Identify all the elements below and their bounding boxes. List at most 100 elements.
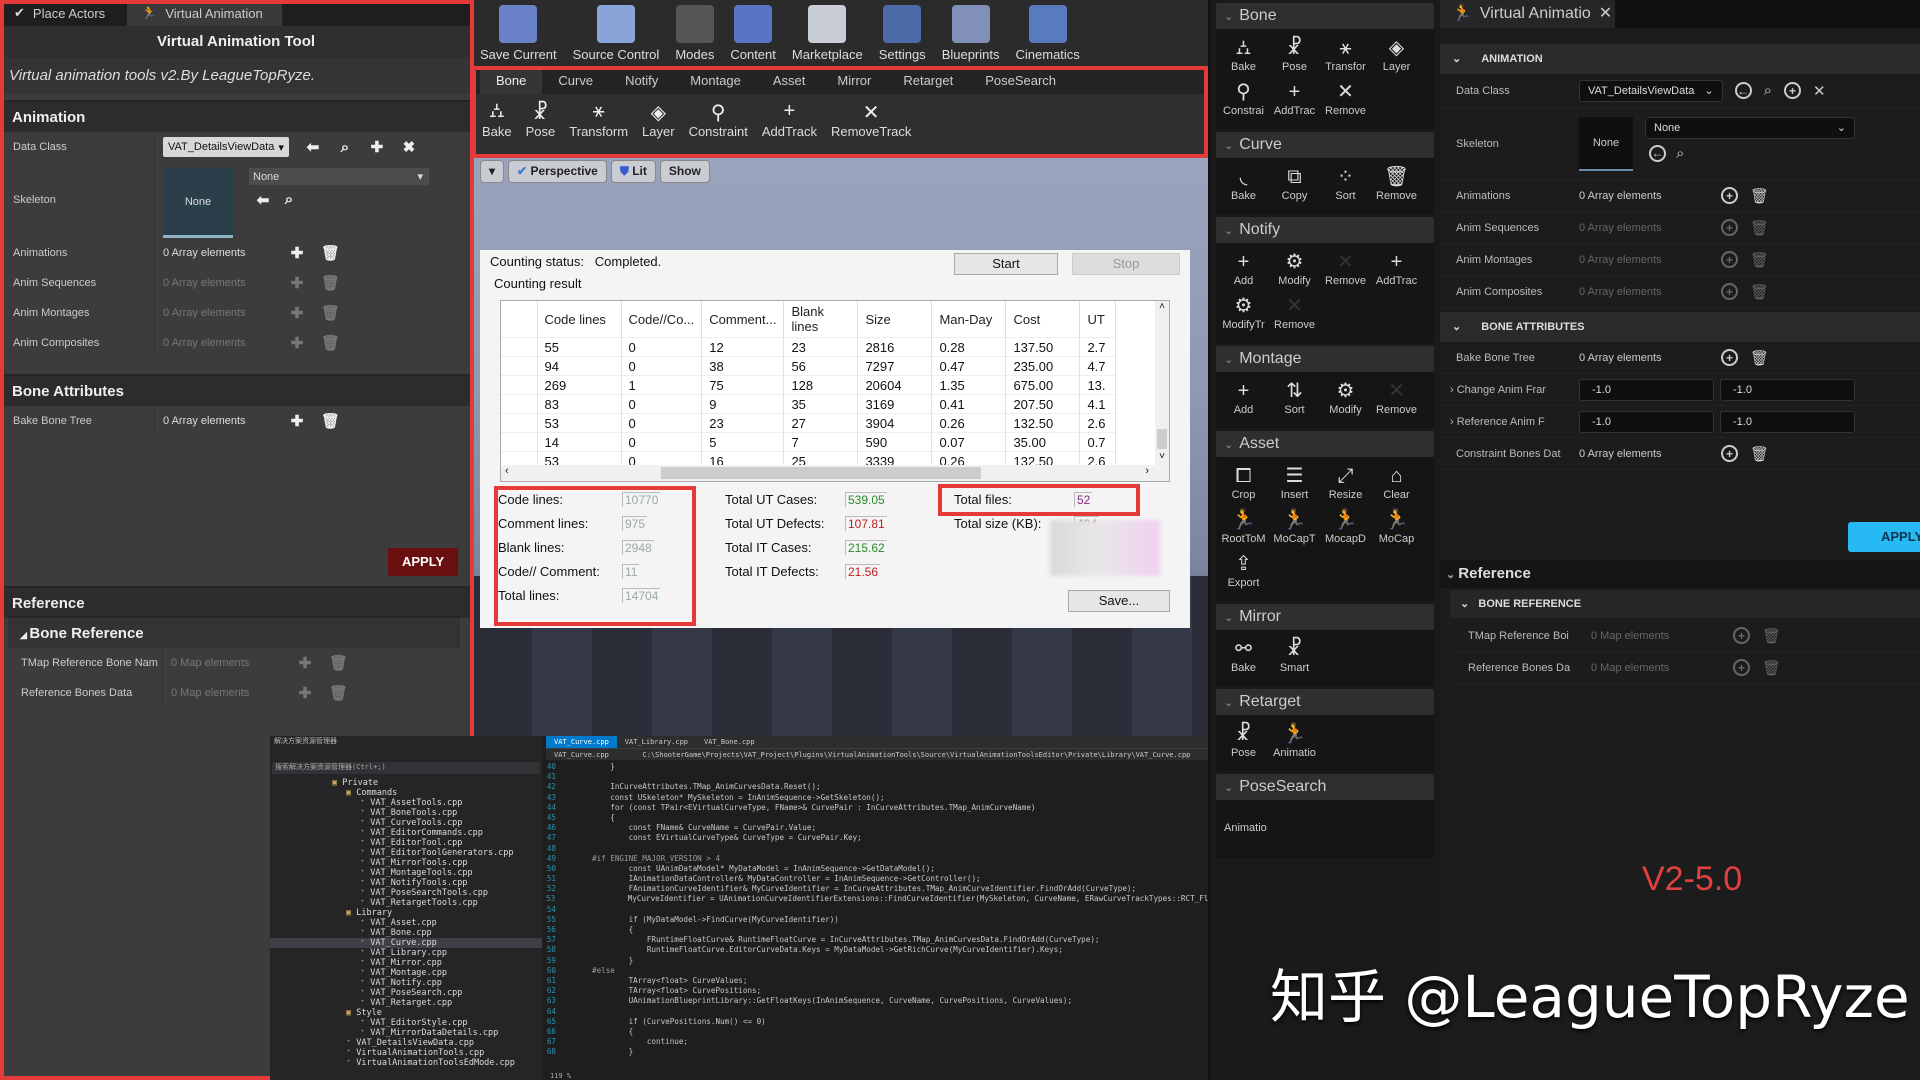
column-header[interactable]: Cost (1005, 301, 1081, 338)
add-circle-icon[interactable]: + (1721, 445, 1738, 462)
palette-smart-button[interactable]: ☧ Smart (1269, 636, 1320, 674)
mode-tab-posesearch[interactable]: PoseSearch (969, 68, 1072, 94)
palette-insert-button[interactable]: ☰ Insert (1269, 463, 1320, 501)
tool-bake-button[interactable]: ⛼ Bake (482, 100, 512, 139)
search-icon[interactable]: ⌕ (1676, 145, 1684, 162)
palette-group-posesearch[interactable]: ⌄ PoseSearch (1216, 774, 1434, 800)
palette-remove-button[interactable]: ✕ Remove (1371, 378, 1422, 416)
palette-constrai-button[interactable]: ⚲ Constrai (1218, 79, 1269, 117)
column-header[interactable]: Blank lines (783, 301, 859, 338)
table-row[interactable]: 94 0 38 56 7297 0.47 235.00 4.7 (501, 356, 1117, 376)
scroll-left-icon[interactable]: ‹ (505, 465, 509, 477)
palette-sort-button[interactable]: ⁘ Sort (1320, 164, 1371, 202)
trash-icon[interactable]: 🗑 (1762, 659, 1781, 677)
file-node[interactable]: ⁺ VAT_Retarget.cpp (270, 998, 542, 1008)
file-node[interactable]: ⁺ VAT_EditorCommands.cpp (270, 828, 542, 838)
add-circle-icon[interactable]: + (1721, 349, 1738, 366)
tool-pose-button[interactable]: ☧ Pose (526, 100, 556, 139)
mode-tab-asset[interactable]: Asset (757, 68, 822, 94)
trash-icon[interactable]: 🗑 (321, 334, 340, 352)
details-data-class-combo[interactable]: VAT_DetailsViewData ⌄ (1579, 79, 1723, 102)
stop-button[interactable]: Stop (1072, 253, 1180, 275)
palette-group-mirror[interactable]: ⌄ Mirror (1216, 604, 1434, 630)
file-node[interactable]: ⁺ VirtualAnimationToolsEdMode.cpp (270, 1058, 542, 1068)
toolbar-marketplace-button[interactable]: Marketplace (784, 0, 871, 68)
clear-icon[interactable]: ✕ (1813, 82, 1826, 100)
trash-icon[interactable]: 🗑 (1750, 187, 1769, 205)
add-circle-icon[interactable]: + (1733, 659, 1750, 676)
file-node[interactable]: ⁺ VAT_Mirror.cpp (270, 958, 542, 968)
add-element-icon[interactable]: ✚ (297, 684, 313, 702)
section-bone-attributes[interactable]: ⌄ BONE ATTRIBUTES (1440, 312, 1920, 342)
browse-back-icon[interactable]: ← (1734, 82, 1752, 99)
table-row[interactable]: 55 0 12 23 2816 0.28 137.50 2.7 (501, 337, 1117, 357)
tool-layer-button[interactable]: ◈ Layer (642, 100, 675, 139)
palette-remove-button[interactable]: ✕ Remove (1320, 249, 1371, 287)
add-element-icon[interactable]: ✚ (297, 654, 313, 672)
file-node[interactable]: ⁺ VAT_Montage.cpp (270, 968, 542, 978)
back-arrow-icon[interactable]: ⬅ (255, 191, 271, 209)
column-header[interactable]: Code lines (537, 301, 622, 338)
palette-mocapt-button[interactable]: 🏃 MoCapT (1269, 507, 1320, 545)
toolbar-save-current-button[interactable]: Save Current (472, 0, 565, 68)
apply-button-right[interactable]: APPLY (1848, 522, 1920, 552)
table-row[interactable]: 14 0 5 7 590 0.07 35.00 0.7 (501, 432, 1117, 452)
column-header[interactable]: Size (857, 301, 933, 338)
palette-remove-button[interactable]: ✕ Remove (1320, 79, 1371, 117)
palette-copy-button[interactable]: ⧉ Copy (1269, 164, 1320, 202)
trash-icon[interactable]: 🗑 (1750, 349, 1769, 367)
column-header[interactable]: UT (1079, 301, 1117, 338)
tab-virtual-animation[interactable]: 🏃 Virtual Animation (127, 0, 283, 26)
palette-pose-button[interactable]: ☧ Pose (1269, 35, 1320, 73)
editor-tab[interactable]: VAT_Bone.cpp (696, 736, 763, 748)
tab-virtual-animation-details[interactable]: 🏃 Virtual Animatio ✕ (1440, 0, 1615, 28)
reference-anim-max-field[interactable]: -1.0 (1720, 410, 1855, 433)
search-icon[interactable]: ⌕ (337, 139, 353, 156)
palette-sort-button[interactable]: ⇅ Sort (1269, 378, 1320, 416)
change-anim-max-field[interactable]: -1.0 (1720, 378, 1855, 401)
trash-icon[interactable]: 🗑 (321, 274, 340, 292)
trash-icon[interactable]: 🗑 (329, 684, 348, 702)
toolbar-modes-button[interactable]: Modes (667, 0, 722, 68)
add-circle-icon[interactable]: + (1721, 219, 1738, 236)
toolbar-blueprints-button[interactable]: Blueprints (934, 0, 1008, 68)
viewport-options-button[interactable]: ▾ (480, 160, 505, 183)
file-node[interactable]: ⁺ VAT_MirrorDataDetails.cpp (270, 1028, 542, 1038)
palette-transfor-button[interactable]: ⚹ Transfor (1320, 35, 1371, 73)
palette-group-montage[interactable]: ⌄ Montage (1216, 346, 1434, 372)
palette-add-button[interactable]: + Add (1218, 378, 1269, 416)
file-node[interactable]: ⁺ VAT_EditorToolGenerators.cpp (270, 848, 542, 858)
add-element-icon[interactable]: ✚ (289, 274, 305, 292)
file-node[interactable]: ⁺ VAT_RetargetTools.cpp (270, 898, 542, 908)
change-anim-min-field[interactable]: -1.0 (1579, 378, 1714, 401)
column-header[interactable]: Code//Co... (621, 301, 703, 338)
editor-zoom-level[interactable]: 119 % (550, 1072, 571, 1080)
editor-tab[interactable]: VAT_Library.cpp (617, 736, 696, 748)
trash-icon[interactable]: 🗑 (321, 304, 340, 322)
category-bone-attributes[interactable]: Bone Attributes (0, 374, 472, 406)
palette-modify-button[interactable]: ⚙ Modify (1320, 378, 1371, 416)
browse-back-icon[interactable]: ← (1649, 144, 1666, 162)
file-node[interactable]: ⁺ VAT_EditorTool.cpp (270, 838, 542, 848)
category-animation[interactable]: Animation (0, 100, 472, 132)
skeleton-combo[interactable]: None ▾ (249, 168, 429, 185)
vertical-scrollbar[interactable]: ˄ ˅ (1155, 301, 1169, 467)
apply-button-left[interactable]: APPLY (388, 548, 459, 576)
palette-add-button[interactable]: + Add (1218, 249, 1269, 287)
file-node[interactable]: ⁺ VAT_PoseSearchTools.cpp (270, 888, 542, 898)
show-button[interactable]: Show (659, 160, 710, 183)
tab-place-actors[interactable]: ✔ Place Actors (0, 0, 119, 26)
tool-removetrack-button[interactable]: ✕ RemoveTrack (831, 100, 911, 139)
save-button[interactable]: Save... (1068, 590, 1170, 612)
palette-layer-button[interactable]: ◈ Layer (1371, 35, 1422, 73)
scroll-right-icon[interactable]: › (1145, 465, 1149, 477)
tool-constraint-button[interactable]: ⚲ Constraint (689, 100, 748, 139)
section-reference[interactable]: ⌄ Reference (1440, 560, 1920, 588)
search-icon[interactable]: ⌕ (1764, 82, 1772, 99)
clear-icon[interactable]: ✖ (401, 138, 417, 156)
file-node[interactable]: ⁺ VAT_NotifyTools.cpp (270, 878, 542, 888)
section-bone-reference[interactable]: ⌄ BONE REFERENCE (1450, 590, 1920, 618)
add-element-icon[interactable]: ✚ (289, 244, 305, 262)
category-bone-reference[interactable]: ◢ Bone Reference (8, 616, 460, 648)
toolbar-settings-button[interactable]: Settings (871, 0, 934, 68)
